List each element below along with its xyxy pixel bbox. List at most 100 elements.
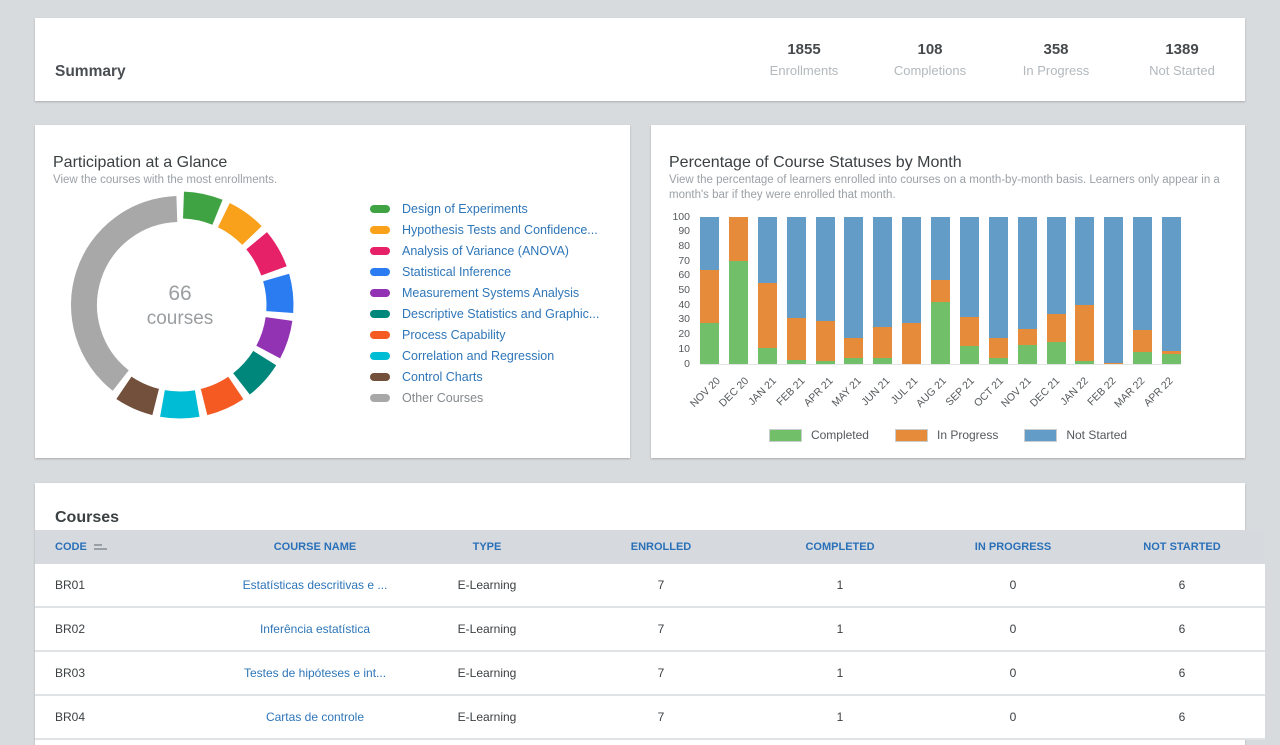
donut-legend-item-statistical-inference[interactable]: Statistical Inference xyxy=(370,261,599,282)
in-progress-cell: 0 xyxy=(927,695,1099,739)
summary-stat-completions: 108Completions xyxy=(867,41,993,78)
bar-segment-in-progress xyxy=(1047,314,1066,342)
x-tick-label: FEB 21 xyxy=(774,375,807,408)
stat-value: 358 xyxy=(993,41,1119,58)
course-name-link[interactable]: Testes de hipóteses e int... xyxy=(244,666,386,680)
course-code-cell: BR03 xyxy=(35,651,225,695)
y-tick-label: 70 xyxy=(651,255,690,267)
sort-icon xyxy=(94,542,108,552)
y-tick-label: 10 xyxy=(651,343,690,355)
course-code-cell: BR02 xyxy=(35,607,225,651)
column-header-in-progress[interactable]: IN PROGRESS xyxy=(927,530,1099,564)
course-legend-link[interactable]: Correlation and Regression xyxy=(402,349,554,363)
x-tick-label: DEC 20 xyxy=(716,375,750,409)
summary-stat-enrollments: 1855Enrollments xyxy=(741,41,867,78)
table-row-br03: BR03Testes de hipóteses e int...E-Learni… xyxy=(35,651,1265,695)
donut-legend-item-design-of-experiments[interactable]: Design of Experiments xyxy=(370,198,599,219)
bar-apr-22 xyxy=(1162,217,1181,364)
column-header-label: ENROLLED xyxy=(631,541,692,553)
bar-segment-not-started xyxy=(758,217,777,283)
course-name-link[interactable]: Inferência estatística xyxy=(260,622,370,636)
donut-legend-item-control-charts[interactable]: Control Charts xyxy=(370,367,599,388)
course-legend-link[interactable]: Descriptive Statistics and Graphic... xyxy=(402,307,599,321)
enrolled-cell: 7 xyxy=(569,564,753,607)
donut-slice-other-courses xyxy=(84,209,177,380)
x-tick-label: MAY 21 xyxy=(830,375,864,409)
donut-legend: Design of Experiments Hypothesis Tests an… xyxy=(370,198,599,409)
legend-label: Other Courses xyxy=(402,391,483,405)
y-tick-label: 0 xyxy=(651,358,690,370)
course-code-cell: BR04 xyxy=(35,695,225,739)
course-legend-link[interactable]: Analysis of Variance (ANOVA) xyxy=(402,244,569,258)
table-row-br04: BR04Cartas de controleE-Learning7106 xyxy=(35,695,1265,739)
course-statuses-card: Percentage of Course Statuses by Month V… xyxy=(651,125,1245,458)
stat-label: In Progress xyxy=(993,63,1119,78)
bar-feb-21 xyxy=(787,217,806,364)
legend-label: Not Started xyxy=(1066,428,1127,442)
bar-jan-21 xyxy=(758,217,777,364)
bar-segment-not-started xyxy=(1047,217,1066,314)
x-tick-label: SEP 21 xyxy=(944,375,978,409)
column-header-completed[interactable]: COMPLETED xyxy=(753,530,927,564)
legend-color-swatch xyxy=(370,394,390,402)
column-header-code[interactable]: CODE xyxy=(35,530,225,564)
donut-legend-item-hypothesis-tests-and-confidence[interactable]: Hypothesis Tests and Confidence... xyxy=(370,219,599,240)
statuses-subtitle: View the percentage of learners enrolled… xyxy=(669,173,1229,204)
bar-segment-completed xyxy=(729,261,748,364)
y-tick-label: 50 xyxy=(651,284,690,296)
course-legend-link[interactable]: Control Charts xyxy=(402,370,483,384)
donut-slice-analysis-of-variance-anova xyxy=(257,241,274,271)
bar-sep-21 xyxy=(960,217,979,364)
column-header-course-name[interactable]: COURSE NAME xyxy=(225,530,405,564)
donut-slice-correlation-and-regression xyxy=(162,403,197,405)
donut-legend-item-descriptive-statistics-and-graphic[interactable]: Descriptive Statistics and Graphic... xyxy=(370,303,599,324)
column-header-enrolled[interactable]: ENROLLED xyxy=(569,530,753,564)
bar-segment-in-progress xyxy=(1104,363,1123,364)
donut-legend-item-measurement-systems-analysis[interactable]: Measurement Systems Analysis xyxy=(370,282,599,303)
donut-slice-control-charts xyxy=(124,388,156,402)
bar-segment-not-started xyxy=(873,217,892,327)
column-header-label: NOT STARTED xyxy=(1143,541,1220,553)
enrolled-cell: 7 xyxy=(569,607,753,651)
donut-legend-item-correlation-and-regression[interactable]: Correlation and Regression xyxy=(370,346,599,367)
column-header-label: IN PROGRESS xyxy=(975,541,1051,553)
course-legend-link[interactable]: Design of Experiments xyxy=(402,202,528,216)
course-name-link[interactable]: Estatísticas descritivas e ... xyxy=(243,578,388,592)
bar-segment-completed xyxy=(1075,361,1094,364)
bar-legend-item-not-started[interactable]: Not Started xyxy=(1024,428,1127,442)
completed-cell: 1 xyxy=(753,607,927,651)
bar-oct-21 xyxy=(989,217,1008,364)
bar-segment-in-progress xyxy=(1075,305,1094,361)
bar-segment-not-started xyxy=(1104,217,1123,363)
bar-legend-item-completed[interactable]: Completed xyxy=(769,428,869,442)
bar-segment-in-progress xyxy=(787,318,806,359)
bar-legend-item-in-progress[interactable]: In Progress xyxy=(895,428,998,442)
bar-segment-in-progress xyxy=(960,317,979,346)
course-legend-link[interactable]: Statistical Inference xyxy=(402,265,511,279)
column-header-not-started[interactable]: NOT STARTED xyxy=(1099,530,1265,564)
course-legend-link[interactable]: Process Capability xyxy=(402,328,506,342)
column-header-label: COURSE NAME xyxy=(274,541,357,553)
donut-legend-item-process-capability[interactable]: Process Capability xyxy=(370,325,599,346)
bar-segment-not-started xyxy=(844,217,863,338)
bar-segment-not-started xyxy=(902,217,921,323)
course-name-cell: Estatísticas descritivas e ... xyxy=(225,564,405,607)
donut-slice-process-capability xyxy=(204,388,236,402)
bar-segment-in-progress xyxy=(729,217,748,261)
course-legend-link[interactable]: Measurement Systems Analysis xyxy=(402,286,579,300)
column-header-type[interactable]: TYPE xyxy=(405,530,569,564)
bar-chart-x-axis: NOV 20DEC 20JAN 21FEB 21APR 21MAY 21JUN … xyxy=(700,365,1181,429)
course-legend-link[interactable]: Hypothesis Tests and Confidence... xyxy=(402,223,598,237)
y-tick-label: 30 xyxy=(651,313,690,325)
bar-jan-22 xyxy=(1075,217,1094,364)
course-name-link[interactable]: Cartas de controle xyxy=(266,710,364,724)
bar-mar-22 xyxy=(1133,217,1152,364)
bar-dec-20 xyxy=(729,217,748,364)
bar-chart-legend: Completed In Progress Not Started xyxy=(651,428,1245,442)
not-started-cell: 6 xyxy=(1099,564,1265,607)
donut-legend-item-analysis-of-variance-anova[interactable]: Analysis of Variance (ANOVA) xyxy=(370,240,599,261)
x-tick-label: OCT 21 xyxy=(971,375,1005,409)
bar-segment-completed xyxy=(1133,352,1152,364)
bar-segment-not-started xyxy=(989,217,1008,338)
summary-stat-in-progress: 358 In Progress xyxy=(993,41,1119,78)
